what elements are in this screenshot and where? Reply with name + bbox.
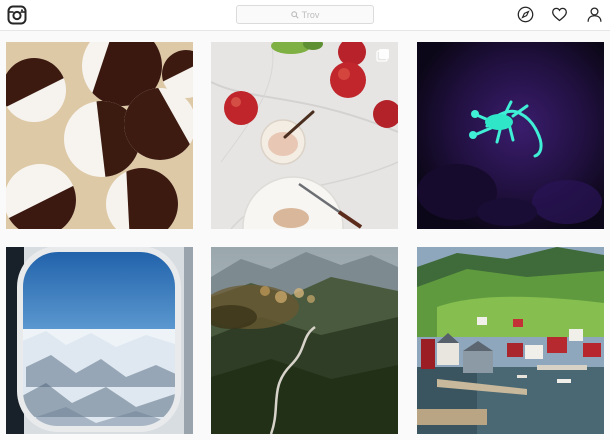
post-thumbnail[interactable] [211,247,398,434]
search-icon [290,10,299,19]
heart-icon[interactable] [551,6,568,23]
post-thumbnail[interactable] [211,42,398,229]
post-thumbnail[interactable] [417,42,604,229]
top-bar: Trov [0,0,610,31]
forest-valley-photo [211,247,398,434]
harbor-village-photo [417,247,604,434]
post-thumbnail[interactable] [417,247,604,434]
explore-compass-icon[interactable] [517,6,534,23]
post-thumbnail[interactable] [6,247,193,434]
cookies-photo [6,42,193,229]
post-thumbnail[interactable] [6,42,193,229]
airplane-window-photo [6,247,193,434]
search-input[interactable]: Trov [236,5,374,24]
search-placeholder: Trov [301,9,320,20]
scorpion-photo [417,42,604,229]
carousel-icon [376,49,389,62]
profile-icon[interactable] [586,6,603,23]
apples-photo [211,42,398,229]
instagram-camera-icon[interactable] [7,5,27,25]
